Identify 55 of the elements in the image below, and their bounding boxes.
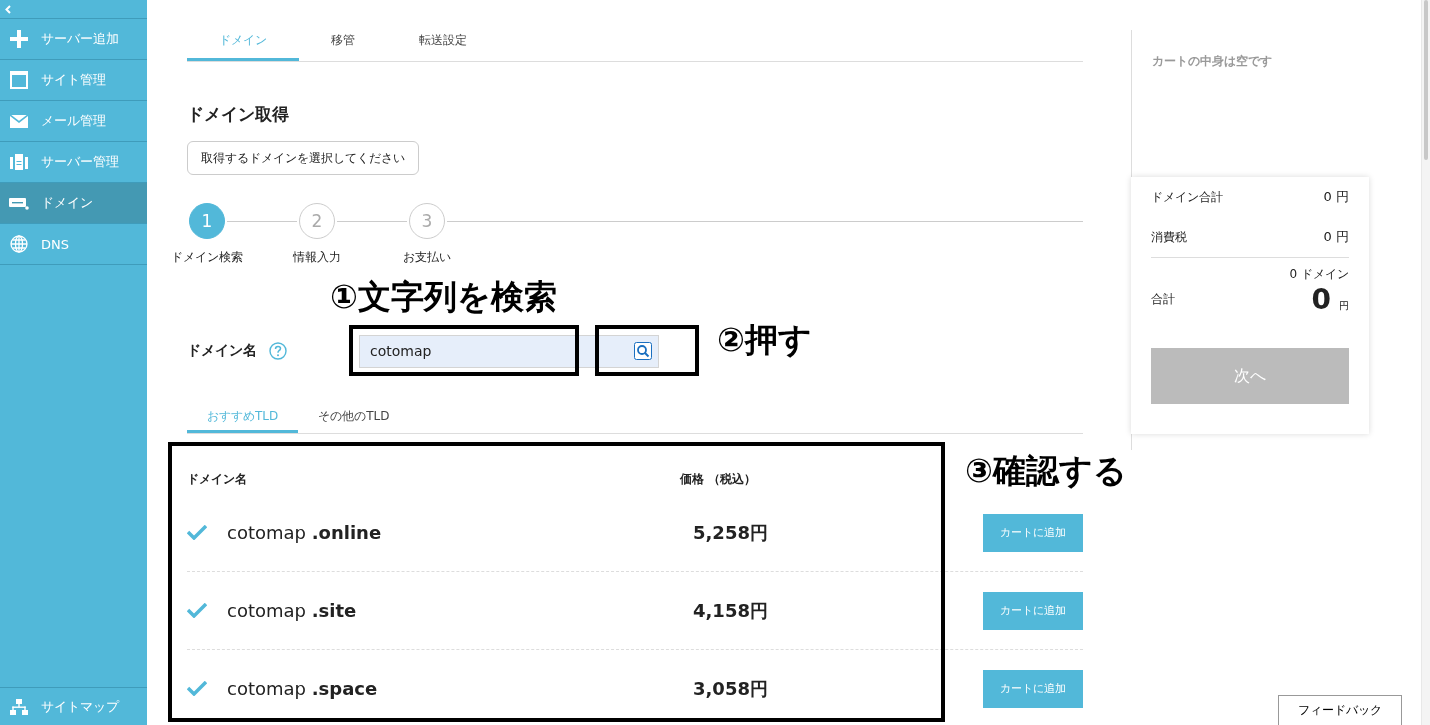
checkmark-icon [187, 681, 207, 696]
step-label: ドメイン検索 [171, 249, 243, 266]
domain-count: 0 ドメイン [1288, 266, 1349, 283]
total-value: 0 [1311, 283, 1331, 316]
domain-name: cotomap .space [227, 678, 379, 699]
total-label: 合計 [1151, 291, 1175, 308]
tooltip: 取得するドメインを選択してください [187, 141, 419, 175]
step-label: お支払い [403, 249, 451, 266]
cart-empty-message: カートの中身は空です [1151, 53, 1273, 70]
checkmark-icon [187, 603, 207, 618]
column-header: ドメイン名 [187, 470, 248, 488]
server-icon [10, 153, 28, 171]
envelope-icon [10, 114, 28, 128]
checkmark-icon [187, 525, 207, 540]
annotation-text: ③確認する [965, 454, 1127, 487]
price: 5,258円 [693, 520, 769, 545]
column-header: 価格 （税込） [680, 470, 757, 488]
domain-name: cotomap .online [227, 522, 383, 543]
step-circle: 1 [189, 203, 225, 239]
window-icon [10, 71, 28, 89]
sidebar-item[interactable]: サーバー追加 [0, 19, 147, 60]
domain-card-icon [9, 196, 29, 210]
summary-label: 消費税 [1151, 228, 1187, 246]
summary-value: 0 円 [1323, 228, 1349, 246]
annotation-text: ②押す [717, 322, 812, 356]
sidebar-item[interactable]: DNS [0, 224, 147, 265]
section-heading: ドメイン取得 [187, 103, 290, 126]
plus-icon [10, 30, 28, 48]
sitemap-link[interactable]: サイトマップ [0, 687, 147, 725]
tab[interactable]: 転送設定 [387, 22, 499, 61]
sidebar-item[interactable]: サイト管理 [0, 60, 147, 101]
scrollbar-thumb[interactable] [1424, 0, 1428, 160]
feedback-button[interactable]: フィードバック [1278, 695, 1402, 725]
step-label: 情報入力 [293, 249, 341, 266]
currency-unit: 円 [1339, 300, 1349, 311]
add-to-cart-button[interactable]: カートに追加 [983, 669, 1083, 708]
price: 3,058円 [693, 676, 769, 701]
help-icon[interactable] [269, 342, 287, 360]
sidebar-item[interactable]: メール管理 [0, 101, 147, 142]
sitemap-icon [10, 698, 28, 715]
collapse-chevron-icon[interactable] [5, 4, 11, 14]
summary-value: 0 円 [1323, 188, 1349, 206]
globe-icon [10, 235, 28, 253]
add-to-cart-button[interactable]: カートに追加 [983, 513, 1083, 552]
sidebar-item[interactable]: ドメイン [0, 183, 147, 224]
field-label: ドメイン名 [187, 342, 258, 360]
tab[interactable]: ドメイン [187, 22, 299, 61]
domain-name: cotomap .site [227, 600, 358, 621]
add-to-cart-button[interactable]: カートに追加 [983, 591, 1083, 630]
annotation-text: ①文字列を検索 [330, 279, 557, 313]
tab[interactable]: その他のTLD [298, 403, 410, 433]
tab[interactable]: 移管 [299, 22, 387, 61]
tab[interactable]: おすすめTLD [187, 403, 299, 433]
price: 4,158円 [693, 598, 769, 623]
summary-label: ドメイン合計 [1151, 188, 1223, 206]
